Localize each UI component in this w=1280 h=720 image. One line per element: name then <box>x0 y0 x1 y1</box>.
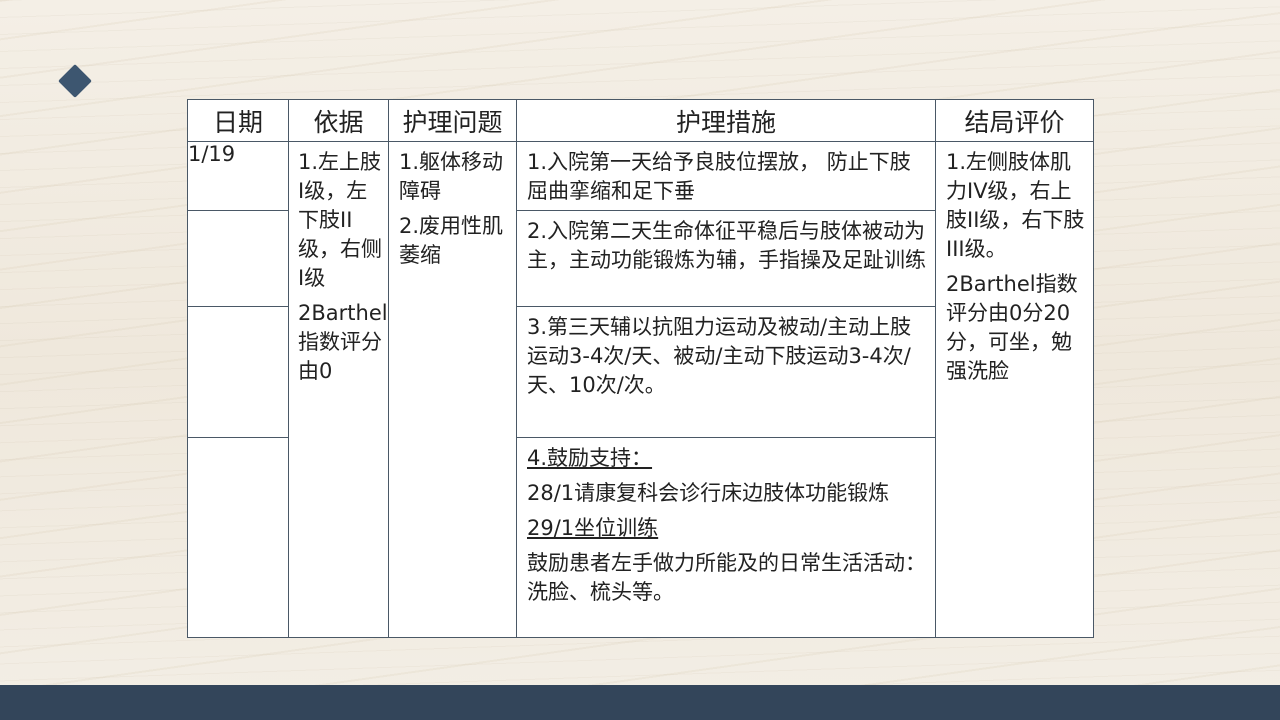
measure-cell: 4.鼓励支持： 28/1请康复科会诊行床边肢体功能锻炼 29/1坐位训练 鼓励患… <box>516 437 936 638</box>
header-problem: 护理问题 <box>388 99 517 142</box>
header-evaluation: 结局评价 <box>935 99 1094 142</box>
basis-item: 2Barthel指数评分由0 <box>298 301 388 383</box>
measure-2: 2.入院第二天生命体征平稳后与肢体被动为主，主动功能锻炼为辅，手指操及足趾训练 <box>527 219 926 272</box>
problem-cell: 1.躯体移动障碍 2.废用性肌萎缩 <box>388 141 517 638</box>
header-row: 日期 依据 护理问题 护理措施 结局评价 <box>187 99 1094 142</box>
measure-cell: 2.入院第二天生命体征平稳后与肢体被动为主，主动功能锻炼为辅，手指操及足趾训练 <box>516 210 936 307</box>
measure-4-title: 4.鼓励支持： <box>527 446 653 470</box>
date-cell-empty <box>187 306 289 438</box>
measure-4-line: 鼓励患者左手做力所能及的日常生活活动：洗脸、梳头等。 <box>527 551 926 604</box>
measure-cell: 3.第三天辅以抗阻力运动及被动/主动上肢运动3-4次/天、被动/主动下肢运动3-… <box>516 306 936 438</box>
date-cell-empty <box>187 437 289 638</box>
problem-item: 2.废用性肌萎缩 <box>399 214 504 267</box>
measure-cell: 1.入院第一天给予良肢位摆放， 防止下肢屈曲挛缩和足下垂 <box>516 141 936 211</box>
header-date: 日期 <box>187 99 289 142</box>
header-basis: 依据 <box>288 99 389 142</box>
evaluation-item: 2Barthel指数评分由0分20分，可坐，勉强洗脸 <box>946 272 1078 383</box>
nursing-care-table: 日期 依据 护理问题 护理措施 结局评价 1/19 1.左上肢I级，左下肢II级… <box>187 99 1094 638</box>
measure-1: 1.入院第一天给予良肢位摆放， 防止下肢屈曲挛缩和足下垂 <box>527 150 911 203</box>
basis-item: 1.左上肢I级，左下肢II级，右侧I级 <box>298 150 382 290</box>
evaluation-item: 1.左侧肢体肌力IV级，右上肢II级，右下肢III级。 <box>946 150 1085 261</box>
problem-item: 1.躯体移动障碍 <box>399 150 504 203</box>
table-row: 1/19 1.左上肢I级，左下肢II级，右侧I级 2Barthel指数评分由0 … <box>187 141 1094 638</box>
header-measures: 护理措施 <box>516 99 936 142</box>
measure-3: 3.第三天辅以抗阻力运动及被动/主动上肢运动3-4次/天、被动/主动下肢运动3-… <box>527 315 912 397</box>
evaluation-cell: 1.左侧肢体肌力IV级，右上肢II级，右下肢III级。 2Barthel指数评分… <box>935 141 1094 638</box>
measure-4-line: 29/1坐位训练 <box>527 516 659 540</box>
measure-4-line: 28/1请康复科会诊行床边肢体功能锻炼 <box>527 481 890 505</box>
date-cell: 1/19 <box>187 141 289 211</box>
date-cell-empty <box>187 210 289 307</box>
basis-cell: 1.左上肢I级，左下肢II级，右侧I级 2Barthel指数评分由0 <box>288 141 389 638</box>
footer-bar <box>0 685 1280 720</box>
